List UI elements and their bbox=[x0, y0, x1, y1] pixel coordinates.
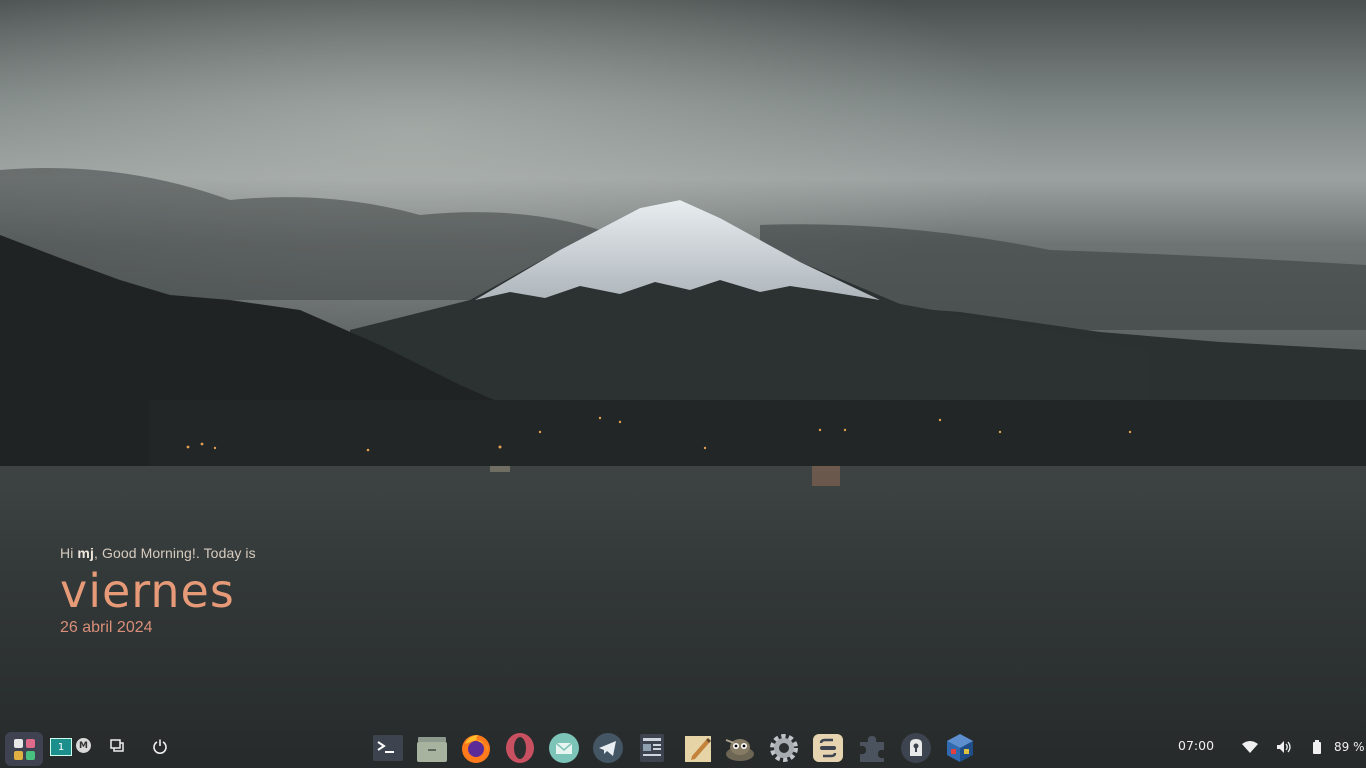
volume-icon[interactable] bbox=[1276, 740, 1292, 759]
desktop-wallpaper bbox=[0, 0, 1366, 768]
window-switcher-icon[interactable] bbox=[108, 738, 126, 754]
settings-icon[interactable] bbox=[768, 732, 800, 764]
greeting-username: mj bbox=[77, 545, 94, 561]
switch-icon[interactable] bbox=[812, 732, 844, 764]
clock[interactable]: 07:00 bbox=[1178, 738, 1214, 753]
greeting-line: Hi mj, Good Morning!. Today is bbox=[60, 545, 256, 561]
virtualbox-icon[interactable] bbox=[944, 732, 976, 764]
app-menu-button[interactable] bbox=[5, 732, 43, 766]
taskbar: 1 M 07:00 89 % bbox=[0, 732, 1366, 768]
password-manager-icon[interactable] bbox=[900, 732, 932, 764]
opera-icon[interactable] bbox=[504, 732, 536, 764]
greeting-date: 26 abril 2024 bbox=[60, 619, 153, 636]
battery-icon[interactable] bbox=[1312, 740, 1322, 759]
power-icon[interactable] bbox=[151, 737, 169, 755]
text-editor-icon[interactable] bbox=[682, 732, 714, 764]
wifi-icon[interactable] bbox=[1242, 740, 1258, 759]
greeting-suffix: , Good Morning!. Today is bbox=[93, 545, 256, 561]
m-badge-icon[interactable]: M bbox=[76, 738, 91, 753]
greeting-day: viernes bbox=[60, 564, 235, 618]
mail-icon[interactable] bbox=[548, 732, 580, 764]
terminal-icon[interactable] bbox=[372, 732, 404, 764]
battery-percentage[interactable]: 89 % bbox=[1334, 740, 1365, 754]
news-reader-icon[interactable] bbox=[636, 732, 668, 764]
gimp-icon[interactable] bbox=[724, 732, 756, 764]
telegram-icon[interactable] bbox=[592, 732, 624, 764]
app-grid-icon bbox=[13, 738, 35, 760]
extensions-icon[interactable] bbox=[856, 732, 888, 764]
firefox-icon[interactable] bbox=[460, 732, 492, 764]
file-manager-icon[interactable] bbox=[416, 732, 448, 764]
greeting-prefix: Hi bbox=[60, 545, 78, 561]
workspace-indicator[interactable]: 1 bbox=[50, 738, 72, 756]
greeting-widget: Hi mj, Good Morning!. Today is viernes 2… bbox=[60, 545, 256, 637]
